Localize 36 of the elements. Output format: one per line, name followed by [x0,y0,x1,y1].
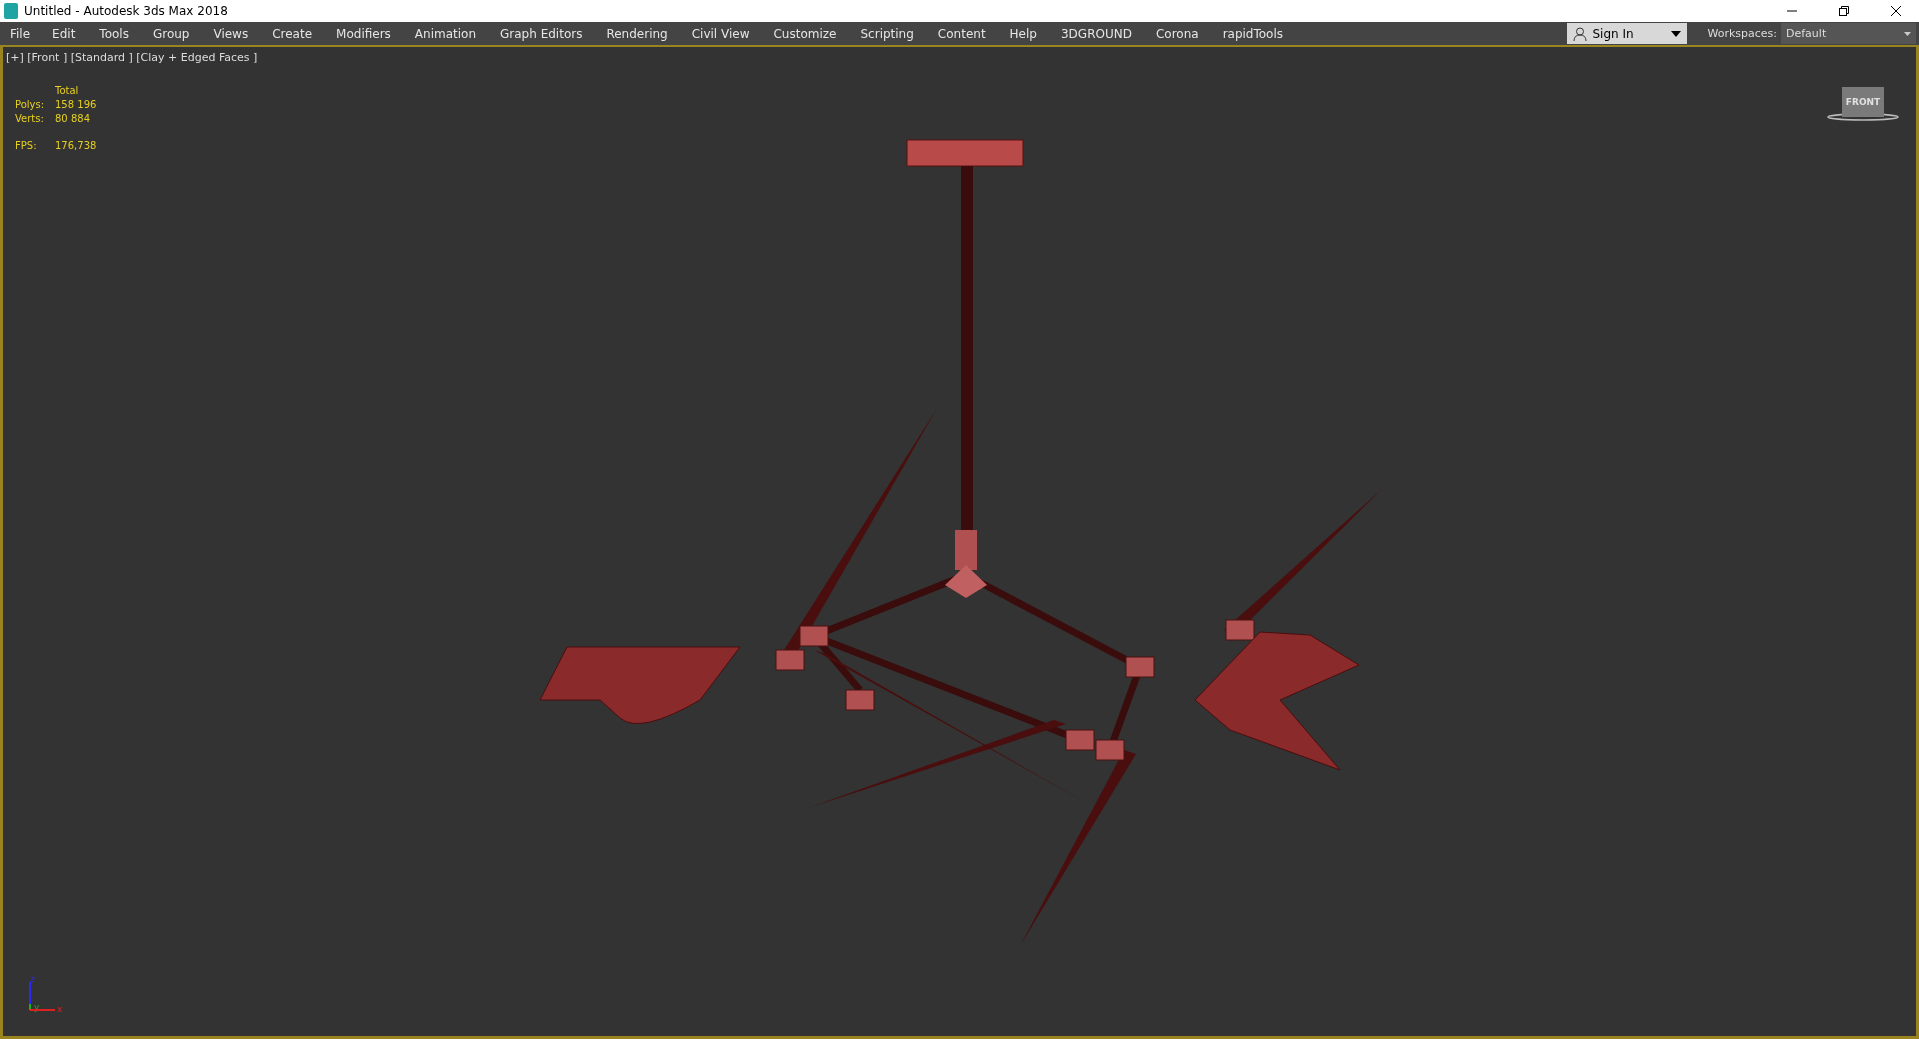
workspaces-label: Workspaces: [1707,27,1777,40]
menu-item[interactable]: Corona [1143,22,1211,45]
menu-item[interactable]: Animation [402,22,489,45]
fps-value: 176,738 [55,140,97,151]
menu-item[interactable]: Edit [40,22,88,45]
menu-item[interactable]: Group [140,22,202,45]
menu-item[interactable]: Help [997,22,1049,45]
sign-in-button[interactable]: Sign In [1567,23,1688,44]
window-title: Untitled - Autodesk 3ds Max 2018 [24,4,229,18]
menu-item[interactable]: Views [201,22,261,45]
restore-icon [1839,6,1849,16]
menu-item[interactable]: Create [260,22,325,45]
menu-item[interactable]: Content [925,22,998,45]
menu-item[interactable]: Civil View [679,22,762,45]
fps-label: FPS: [15,140,38,151]
dropdown-arrow-icon [1671,30,1682,37]
menu-item[interactable]: 3DGROUND [1048,22,1144,45]
stats-value: 80 884 [55,113,91,124]
menu-item[interactable]: Tools [87,22,141,45]
menu-item[interactable]: Customize [761,22,849,45]
stats-label: Verts: [15,113,45,124]
menu-item[interactable]: Graph Editors [488,22,595,45]
stats-label: Polys: [15,99,46,110]
stats-header: Total [55,85,80,96]
menu-item[interactable]: rapidTools [1210,22,1296,45]
menu-item[interactable]: Modifiers [324,22,403,45]
menu-item[interactable]: Scripting [848,22,926,45]
workspaces-dropdown[interactable]: Default [1781,23,1916,44]
menu-item[interactable]: Rendering [594,22,680,45]
app-icon [4,3,18,19]
viewport-label[interactable]: [+] [Front ] [Standard ] [Clay + Edged Faces ] [6,51,258,64]
user-icon [1573,26,1588,41]
menu-item[interactable]: File [0,22,41,45]
close-icon [1891,6,1901,16]
stats-value: 158 196 [55,99,97,110]
dropdown-arrow-icon [1904,31,1911,36]
